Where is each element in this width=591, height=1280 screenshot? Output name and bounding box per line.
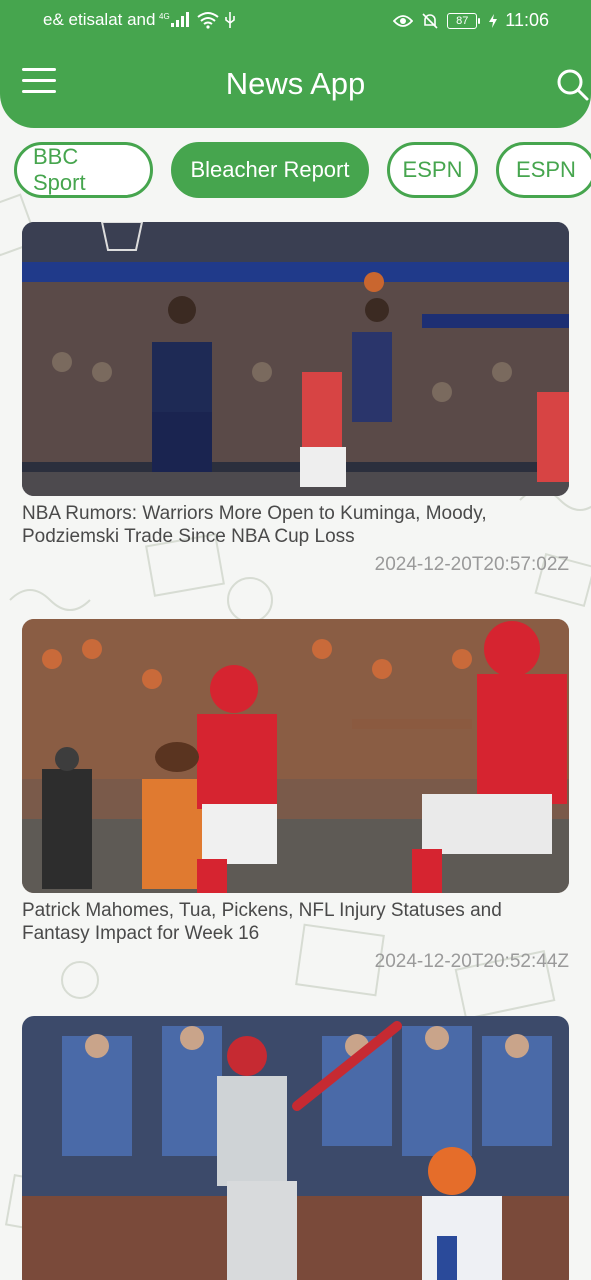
page-title: News App (225, 66, 366, 101)
source-filter-chips: BBC Sport Bleacher Report ESPN ESPN (14, 142, 591, 200)
mute-bell-icon (421, 12, 439, 30)
article-date: 2024-12-20T20:52:44Z (374, 951, 569, 972)
battery-level: 87 (456, 14, 469, 27)
article-headline[interactable]: Patrick Mahomes, Tua, Pickens, NFL Injur… (22, 899, 569, 945)
news-card[interactable]: NBA Rumors: Warriors More Open to Kuming… (22, 222, 569, 576)
basketball-game-photo[interactable] (22, 222, 569, 496)
chip-espn-2[interactable]: ESPN (496, 142, 591, 198)
charging-icon (489, 13, 498, 28)
battery-icon: 87 (447, 12, 481, 29)
chip-bleacher-report[interactable]: Bleacher Report (171, 142, 369, 198)
usb-icon (223, 11, 237, 29)
toolbar: News App (0, 52, 591, 114)
search-icon[interactable] (556, 68, 590, 102)
wifi-icon (197, 11, 220, 29)
football-game-photo[interactable] (22, 619, 569, 893)
chip-espn[interactable]: ESPN (387, 142, 478, 198)
news-card[interactable] (22, 1016, 569, 1280)
article-date: 2024-12-20T20:57:02Z (374, 554, 569, 575)
carrier-name: e& etisalat and (43, 10, 156, 29)
clock: 11:06 (505, 10, 549, 30)
status-bar: e& etisalat and 4G 87 11:06 (0, 0, 591, 40)
eye-icon (393, 14, 414, 28)
article-headline[interactable]: NBA Rumors: Warriors More Open to Kuming… (22, 502, 569, 548)
app-bar: e& etisalat and 4G 87 11:06 News App (0, 0, 591, 128)
svg-text:4G: 4G (159, 12, 170, 21)
baseball-game-photo[interactable] (22, 1016, 569, 1280)
signal-icon: 4G (159, 11, 193, 29)
chip-bbc-sport[interactable]: BBC Sport (14, 142, 153, 198)
news-card[interactable]: Patrick Mahomes, Tua, Pickens, NFL Injur… (22, 619, 569, 973)
